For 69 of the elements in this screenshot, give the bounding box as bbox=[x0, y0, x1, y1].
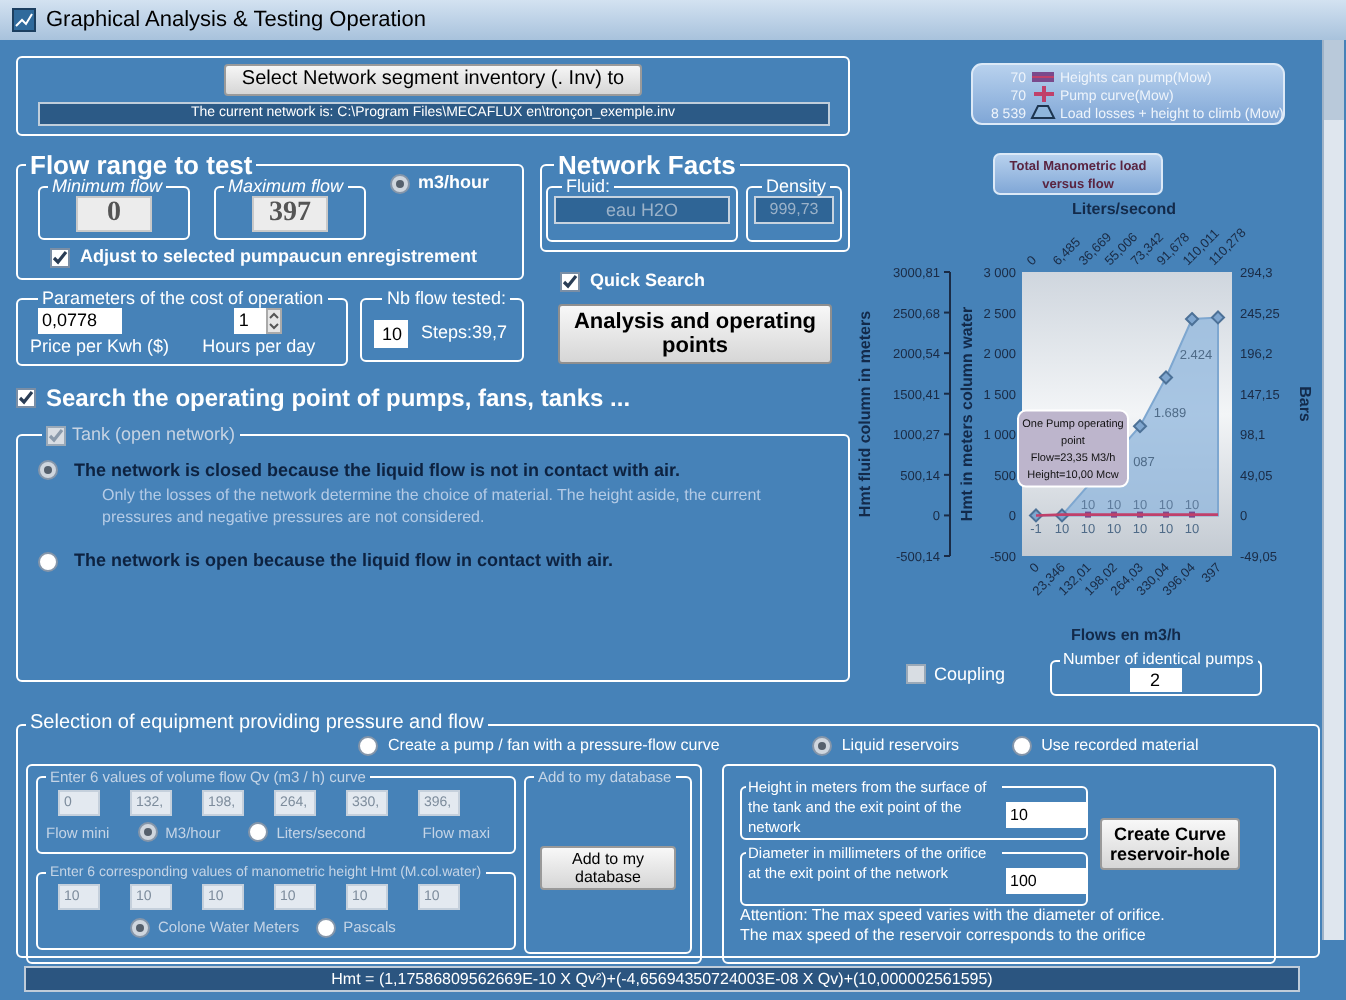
group-title: Network Facts bbox=[556, 152, 738, 178]
radio-label: Use recorded material bbox=[1041, 734, 1199, 758]
input-field[interactable]: 397 bbox=[252, 196, 328, 232]
axis-title: Flows en m3/h bbox=[1070, 626, 1182, 644]
group-title: Number of identical pumps bbox=[1061, 652, 1256, 668]
data-point bbox=[1054, 508, 1070, 523]
create-curve-button[interactable]: Create Curve reservoir-hole bbox=[1100, 818, 1240, 870]
checkbox-label: Tank (open network) bbox=[72, 422, 236, 448]
group-title: Maximum flow bbox=[226, 178, 346, 196]
input-field[interactable]: 10 bbox=[374, 320, 409, 348]
radio-button[interactable] bbox=[390, 173, 410, 194]
checkbox-label: Adjust to selected pumpaucun enregistrement bbox=[80, 244, 478, 270]
data-point bbox=[1210, 310, 1226, 325]
checkbox[interactable] bbox=[906, 664, 926, 685]
data-point bbox=[1189, 511, 1195, 518]
note-text: Only the losses of the network determine the choice of material. The height aside, the current pressures and negative pressures are not considered. bbox=[102, 484, 763, 528]
radio-button[interactable] bbox=[358, 736, 378, 756]
radio-button[interactable] bbox=[811, 736, 832, 756]
group-title: Density bbox=[764, 178, 829, 196]
attention-text: The max speed of the reservoir corresponds to the orifice bbox=[740, 926, 1148, 946]
checkbox-label: Coupling bbox=[934, 661, 1006, 688]
formula-bar: Hmt = (1,17586809562669E-10 X Qv²)+(-4,65694350724003E-08 X Qv)+(10,000002561595) bbox=[24, 966, 1300, 992]
data-point bbox=[1028, 508, 1044, 523]
radio-button[interactable] bbox=[1011, 736, 1032, 756]
data-point bbox=[1163, 511, 1169, 518]
axis-title: Hmt fluid column in meters bbox=[856, 310, 874, 518]
app-icon bbox=[12, 8, 36, 32]
spinner-icon[interactable] bbox=[266, 308, 283, 334]
data-point bbox=[1137, 511, 1143, 518]
data-point bbox=[1158, 370, 1174, 385]
group-title: Nb flow tested: bbox=[384, 290, 508, 308]
data-point bbox=[1085, 511, 1091, 518]
input-field[interactable]: 10 bbox=[1006, 802, 1086, 828]
checkbox[interactable] bbox=[50, 247, 70, 268]
data-point bbox=[1132, 418, 1148, 434]
input-field[interactable]: 100 bbox=[1006, 868, 1086, 894]
group-title: Flow range to test bbox=[28, 152, 253, 178]
field-label: Hours per day bbox=[202, 334, 316, 360]
axis-title: Liters/second bbox=[1072, 200, 1176, 218]
radio-label: The network is closed because the liquid flow is not in contact with air. bbox=[74, 457, 681, 484]
steps-label: Steps:39,7 bbox=[420, 320, 507, 347]
input-field: 999,73 bbox=[754, 196, 834, 224]
axis-title: Hmt in meters column water bbox=[958, 306, 976, 522]
attention-text: Attention: The max speed varies with the diameter of orifice. bbox=[740, 906, 1167, 926]
input-field: eau H2O bbox=[554, 196, 730, 224]
select-button[interactable]: Select Network segment inventory (. Inv) to bbox=[223, 64, 643, 96]
data-point bbox=[1184, 311, 1200, 327]
group-title: Minimum flow bbox=[50, 178, 163, 196]
radio-label: The network is open because the liquid flow in contact with air. bbox=[74, 548, 614, 574]
analysis-button[interactable]: Analysis and operating points bbox=[558, 303, 832, 363]
axis-title: Bars bbox=[1296, 386, 1314, 422]
group-title: Fluid: bbox=[564, 178, 613, 196]
radio-label: m3/hour bbox=[418, 170, 490, 196]
window-title: Graphical Analysis & Testing Operation bbox=[46, 5, 426, 36]
checkbox[interactable] bbox=[560, 271, 580, 292]
data-point bbox=[1111, 511, 1117, 518]
input-field[interactable]: 1 bbox=[234, 308, 267, 334]
input-field[interactable]: 0,0778 bbox=[38, 308, 122, 334]
group-title: Parameters of the cost of operation bbox=[40, 290, 326, 308]
group-title: Selection of equipment providing pressure and flow bbox=[28, 714, 486, 734]
checkbox-label: Quick Search bbox=[590, 268, 706, 294]
checkbox[interactable] bbox=[16, 388, 36, 408]
radio-label: Liquid reservoirs bbox=[841, 734, 960, 758]
input-field[interactable]: 0 bbox=[76, 196, 152, 232]
checkbox-label: Search the operating point of pumps, fans, tanks ... bbox=[46, 382, 631, 416]
radio-label: Create a pump / fan with a pressure-flow curve bbox=[388, 734, 720, 758]
input-field[interactable]: 2 bbox=[1129, 668, 1182, 692]
field-label: Price per Kwh ($) bbox=[30, 334, 170, 360]
scrollbar[interactable] bbox=[1322, 40, 1344, 940]
